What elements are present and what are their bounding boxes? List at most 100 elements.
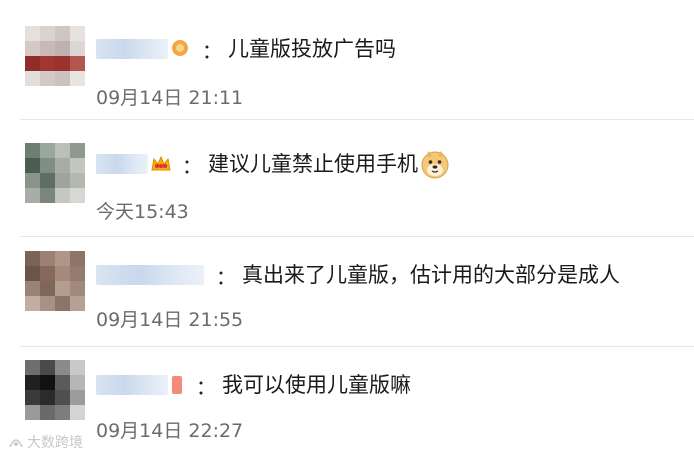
avatar-pixel <box>25 158 40 173</box>
avatar-pixel <box>40 390 55 405</box>
avatar-pixel <box>40 71 55 86</box>
watermark-text: 大数跨境 <box>27 435 83 451</box>
avatar-pixel <box>40 188 55 203</box>
avatar-pixel <box>70 143 85 158</box>
username-blurred[interactable] <box>96 154 148 174</box>
avatar-pixel <box>40 56 55 71</box>
comment-separator: ： <box>216 264 236 289</box>
avatar-pixel <box>40 26 55 41</box>
comment-timestamp: 09月14日 21:55 <box>96 309 244 331</box>
comment-header: ： 建议儿童禁止使用手机 <box>96 151 450 179</box>
avatar-pixel <box>25 188 40 203</box>
avatar-pixel <box>70 173 85 188</box>
watermark: 大数跨境 <box>8 432 83 452</box>
avatar-pixel <box>25 266 40 281</box>
comment-text: 真出来了儿童版，估计用的大部分是成人 <box>242 263 620 287</box>
username-blurred[interactable] <box>96 265 204 285</box>
avatar-pixel <box>25 296 40 311</box>
avatar-pixel <box>40 266 55 281</box>
avatar-pixel <box>25 405 40 420</box>
comment-item: ： 建议儿童禁止使用手机 今天15:43 <box>0 117 694 229</box>
avatar-pixel <box>55 173 70 188</box>
avatar-pixel <box>25 375 40 390</box>
avatar-pixel <box>70 266 85 281</box>
comment-header: ： 儿童版投放广告吗 <box>96 37 396 63</box>
avatar-pixel <box>70 390 85 405</box>
avatar-pixel <box>40 375 55 390</box>
avatar-pixel <box>40 41 55 56</box>
avatar-pixel <box>70 251 85 266</box>
doge-emoji-icon <box>420 149 450 179</box>
avatar[interactable] <box>25 143 85 203</box>
avatar-pixel <box>70 41 85 56</box>
watermark-logo-icon <box>9 439 23 448</box>
avatar-pixel <box>70 375 85 390</box>
avatar-pixel <box>25 71 40 86</box>
comment-list: ： 儿童版投放广告吗 09月14日 21:11 ： 建议儿童禁止使用手机 今天1… <box>0 0 694 458</box>
comment-separator: ： <box>202 38 222 63</box>
avatar-pixel <box>55 360 70 375</box>
avatar-pixel <box>25 281 40 296</box>
avatar-pixel <box>55 296 70 311</box>
avatar-pixel <box>55 390 70 405</box>
username-blurred[interactable] <box>96 375 168 395</box>
comment-timestamp: 09月14日 22:27 <box>96 420 244 442</box>
comment-text: 儿童版投放广告吗 <box>228 37 396 61</box>
avatar-pixel <box>40 143 55 158</box>
comment-item: ： 真出来了儿童版，估计用的大部分是成人 09月14日 21:55 <box>0 237 694 349</box>
avatar-pixel <box>40 158 55 173</box>
avatar-pixel <box>70 158 85 173</box>
avatar-pixel <box>70 56 85 71</box>
avatar-pixel <box>55 158 70 173</box>
crown-icon <box>150 154 171 174</box>
comment-text: 建议儿童禁止使用手机 <box>208 152 418 176</box>
comment-timestamp: 今天15:43 <box>96 201 189 223</box>
comment-header: ： 真出来了儿童版，估计用的大部分是成人 <box>96 263 620 289</box>
comment-separator: ： <box>196 374 216 399</box>
avatar-pixel <box>25 26 40 41</box>
avatar-pixel <box>70 405 85 420</box>
avatar-pixel <box>55 56 70 71</box>
avatar-pixel <box>55 143 70 158</box>
avatar-pixel <box>55 405 70 420</box>
avatar-pixel <box>70 188 85 203</box>
avatar-pixel <box>25 251 40 266</box>
avatar-pixel <box>70 281 85 296</box>
avatar-pixel <box>25 173 40 188</box>
vip-badge-icon <box>170 39 190 59</box>
avatar-pixel <box>40 251 55 266</box>
avatar-pixel <box>55 281 70 296</box>
comment-item: ： 我可以使用儿童版嘛 09月14日 22:27 <box>0 346 694 458</box>
comment-text: 我可以使用儿童版嘛 <box>222 373 411 397</box>
comment-separator: ： <box>182 153 202 178</box>
avatar-pixel <box>70 71 85 86</box>
username-blurred[interactable] <box>96 39 168 59</box>
avatar[interactable] <box>25 26 85 86</box>
avatar-pixel <box>25 390 40 405</box>
avatar-pixel <box>55 375 70 390</box>
avatar-pixel <box>25 143 40 158</box>
comment-timestamp: 09月14日 21:11 <box>96 87 244 109</box>
comment-item: ： 儿童版投放广告吗 09月14日 21:11 <box>0 0 694 112</box>
avatar-pixel <box>55 26 70 41</box>
avatar-pixel <box>25 360 40 375</box>
avatar-pixel <box>40 360 55 375</box>
avatar-pixel <box>40 405 55 420</box>
avatar-pixel <box>70 26 85 41</box>
avatar-pixel <box>25 56 40 71</box>
avatar-pixel <box>40 173 55 188</box>
avatar-pixel <box>55 266 70 281</box>
avatar-pixel <box>55 251 70 266</box>
avatar-pixel <box>70 360 85 375</box>
avatar-pixel <box>25 41 40 56</box>
avatar[interactable] <box>25 251 85 311</box>
avatar-pixel <box>55 41 70 56</box>
avatar-pixel <box>40 296 55 311</box>
avatar[interactable] <box>25 360 85 420</box>
member-badge-icon <box>170 375 184 395</box>
comment-header: ： 我可以使用儿童版嘛 <box>96 373 411 399</box>
avatar-pixel <box>55 188 70 203</box>
avatar-pixel <box>70 296 85 311</box>
avatar-pixel <box>55 71 70 86</box>
avatar-pixel <box>40 281 55 296</box>
